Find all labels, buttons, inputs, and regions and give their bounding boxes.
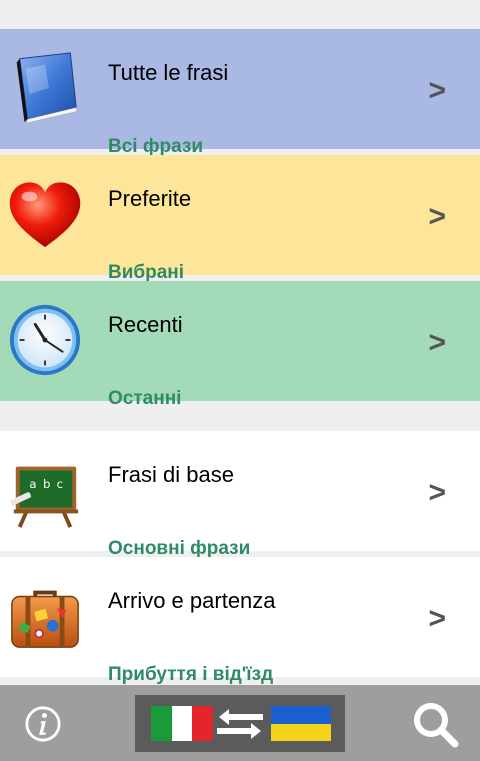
- svg-text:b: b: [43, 477, 50, 491]
- book-icon: [16, 52, 78, 124]
- app-screen: Tutte le frasi Всі фрази > Preferite Виб…: [0, 0, 480, 761]
- ukraine-flag-icon: [271, 706, 331, 741]
- language-switch-button[interactable]: [135, 695, 345, 752]
- menu-item-title: Tutte le frasi: [108, 60, 229, 85]
- language-switch-graphic: [151, 706, 331, 741]
- bottom-toolbar: [0, 685, 480, 761]
- clock-icon: [9, 304, 81, 376]
- menu-item-title: Frasi di base: [108, 462, 234, 487]
- heart-icon: [9, 182, 81, 248]
- menu-item-subtitle: Останні: [108, 388, 182, 409]
- search-icon[interactable]: [410, 699, 460, 749]
- chevron-right-icon: >: [428, 326, 446, 359]
- menu-item-basic-phrases[interactable]: a b c Frasi di base Основні фрази >: [0, 431, 480, 559]
- chevron-right-icon: >: [428, 602, 446, 635]
- chevron-right-icon: >: [428, 476, 446, 509]
- svg-text:c: c: [57, 477, 63, 491]
- menu-item-arrival-departure[interactable]: Arrivo e partenza Прибуття і від'їзд >: [0, 557, 480, 685]
- menu-item-title: Arrivo e partenza: [108, 588, 276, 613]
- menu-item-recent[interactable]: Recenti Останні >: [0, 281, 480, 409]
- blackboard-icon: a b c: [10, 466, 79, 528]
- menu-item-all-phrases[interactable]: Tutte le frasi Всі фрази >: [0, 29, 480, 157]
- info-icon[interactable]: [24, 705, 62, 743]
- chevron-right-icon: >: [428, 200, 446, 233]
- menu-item-favorites[interactable]: Preferite Вибрані >: [0, 155, 480, 283]
- menu-item-title: Preferite: [108, 186, 192, 211]
- chevron-right-icon: >: [428, 74, 446, 107]
- svg-text:a: a: [29, 477, 36, 491]
- suitcase-icon: [11, 590, 79, 648]
- swap-arrows-icon: [217, 709, 263, 739]
- menu-item-title: Recenti: [108, 312, 183, 337]
- italy-flag-icon: [151, 706, 213, 741]
- menu-item-subtitle: Прибуття і від'їзд: [108, 664, 274, 685]
